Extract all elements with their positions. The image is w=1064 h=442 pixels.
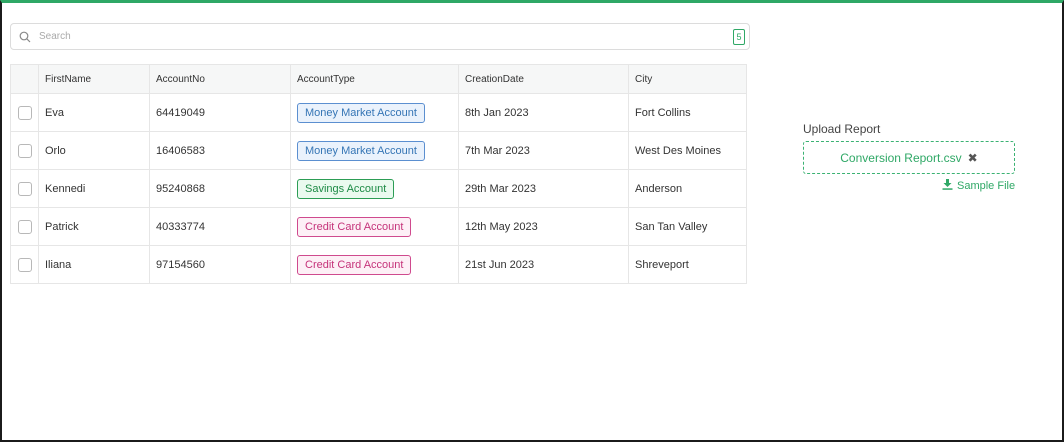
row-checkbox[interactable] [17, 257, 32, 272]
firstname-cell: Orlo [38, 131, 150, 170]
creationdate-cell: 8th Jan 2023 [458, 93, 629, 132]
search-input[interactable] [39, 31, 733, 42]
accountno-cell: 64419049 [149, 93, 291, 132]
firstname-cell: Iliana [38, 245, 150, 284]
creationdate-cell: 12th May 2023 [458, 207, 629, 246]
table-row: Iliana 97154560 Credit Card Account 21st… [10, 245, 747, 284]
city-cell: Anderson [628, 169, 747, 208]
table-row: Eva 64419049 Money Market Account 8th Ja… [10, 93, 747, 132]
uploaded-file-name: Conversion Report.csv [840, 150, 962, 165]
accountno-cell: 97154560 [149, 245, 291, 284]
upload-dropzone[interactable]: Conversion Report.csv ✖ [803, 141, 1015, 174]
sample-file-label: Sample File [957, 180, 1016, 192]
row-checkbox[interactable] [17, 181, 32, 196]
app-frame: 5 FirstName AccountNo AccountType Creati… [0, 0, 1064, 442]
column-header-creationdate[interactable]: CreationDate [458, 64, 629, 94]
city-cell: Fort Collins [628, 93, 747, 132]
table-header-row: FirstName AccountNo AccountType Creation… [10, 64, 747, 94]
account-type-badge: Money Market Account [297, 140, 425, 161]
row-checkbox[interactable] [17, 105, 32, 120]
account-type-badge: Money Market Account [297, 102, 425, 123]
table-row: Patrick 40333774 Credit Card Account 12t… [10, 207, 747, 246]
select-column-header [10, 64, 39, 94]
city-cell: West Des Moines [628, 131, 747, 170]
account-type-badge: Savings Account [297, 178, 395, 199]
close-icon[interactable]: ✖ [968, 151, 978, 165]
sample-file-link[interactable]: Sample File [942, 179, 1015, 193]
column-header-city[interactable]: City [628, 64, 747, 94]
table-row: Kennedi 95240868 Savings Account 29th Ma… [10, 169, 747, 208]
row-checkbox[interactable] [17, 219, 32, 234]
creationdate-cell: 29th Mar 2023 [458, 169, 629, 208]
creationdate-cell: 21st Jun 2023 [458, 245, 629, 284]
accountno-cell: 95240868 [149, 169, 291, 208]
result-count-badge: 5 [733, 28, 745, 45]
city-cell: San Tan Valley [628, 207, 747, 246]
upload-report-label: Upload Report [803, 122, 881, 136]
column-header-accounttype[interactable]: AccountType [290, 64, 459, 94]
table-row: Orlo 16406583 Money Market Account 7th M… [10, 131, 747, 170]
account-type-badge: Credit Card Account [297, 216, 412, 237]
firstname-cell: Kennedi [38, 169, 150, 208]
search-icon [11, 31, 39, 43]
accounts-table: FirstName AccountNo AccountType Creation… [10, 64, 747, 284]
column-header-firstname[interactable]: FirstName [38, 64, 150, 94]
creationdate-cell: 7th Mar 2023 [458, 131, 629, 170]
firstname-cell: Patrick [38, 207, 150, 246]
search-bar: 5 [10, 23, 750, 50]
row-checkbox[interactable] [17, 143, 32, 158]
city-cell: Shreveport [628, 245, 747, 284]
accountno-cell: 16406583 [149, 131, 291, 170]
column-header-accountno[interactable]: AccountNo [149, 64, 291, 94]
download-icon [942, 179, 953, 193]
firstname-cell: Eva [38, 93, 150, 132]
account-type-badge: Credit Card Account [297, 254, 412, 275]
accountno-cell: 40333774 [149, 207, 291, 246]
